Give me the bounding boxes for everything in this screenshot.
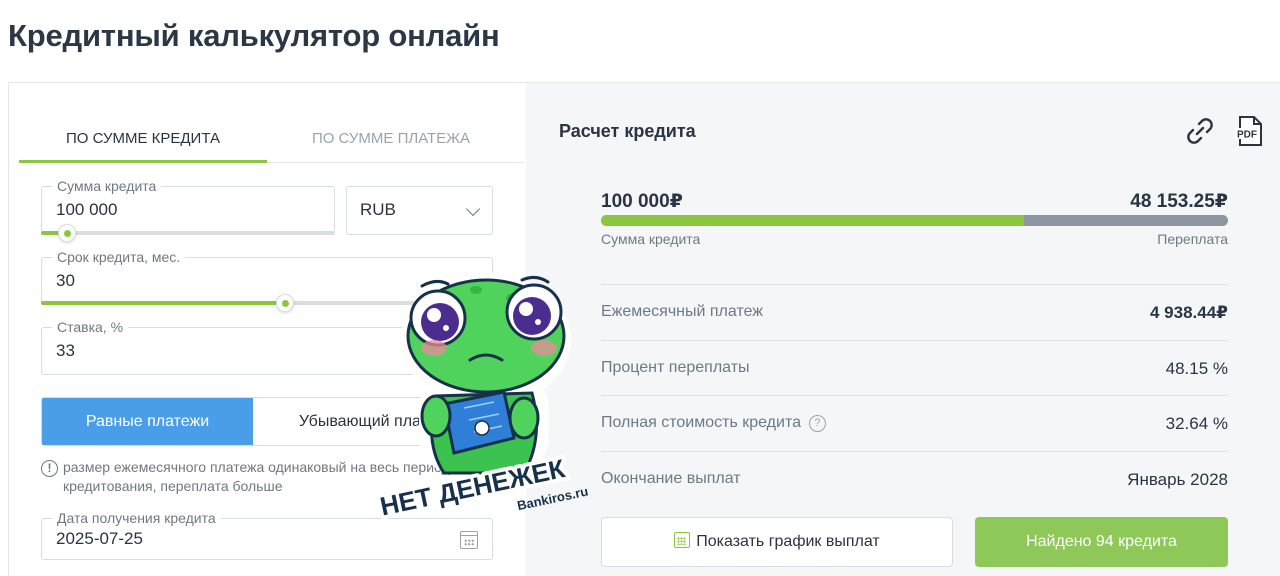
principal-overpayment-bar [601,215,1228,226]
overpayment-value: 48 153.25₽ [1130,191,1228,212]
loan-date-label: Дата получения кредита [52,509,221,527]
currency-select[interactable]: RUB [346,186,493,235]
loan-amount-slider-thumb[interactable] [58,224,76,242]
full-cost-label-wrap: Полная стоимость кредита? [601,414,826,432]
full-cost-label: Полная стоимость кредита [601,414,801,431]
pdf-icon[interactable]: PDF [1231,113,1267,149]
loan-amount-value[interactable]: 100 000 [56,200,117,220]
loan-term-slider-thumb[interactable] [276,294,294,312]
calendar-icon[interactable] [460,531,478,549]
currency-value: RUB [360,200,396,219]
monthly-payment-label: Ежемесячный платеж [601,303,764,320]
question-icon[interactable]: ? [808,415,826,432]
full-cost-row: Полная стоимость кредита? 32.64 % [601,395,1228,451]
overpayment-percent-row: Процент переплаты 48.15 % [601,340,1228,396]
overpayment-percent-label: Процент переплаты [601,359,750,376]
pdf-icon-label: PDF [1237,130,1257,141]
overpayment-percent-value: 48.15 % [1165,359,1228,378]
full-cost-value: 32.64 % [1165,414,1228,433]
loan-amount-field[interactable]: Сумма кредита 100 000 [41,177,335,232]
principal-share-fill [601,215,1025,226]
tab-by-payment-amount[interactable]: ПО СУММЕ ПЛАТЕЖА [267,119,515,163]
payments-end-row: Окончание выплат Январь 2028 [601,451,1228,507]
show-schedule-button[interactable]: Показать график выплат [601,517,953,567]
calc-mode-tabs: ПО СУММЕ КРЕДИТА ПО СУММЕ ПЛАТЕЖА [19,119,525,163]
monthly-payment-value: 4 938.44₽ [1149,303,1228,322]
result-title: Расчет кредита [559,121,696,141]
loan-term-slider-fill [41,301,285,305]
monthly-payment-row: Ежемесячный платеж 4 938.44₽ [601,284,1228,340]
chevron-down-icon [465,201,481,217]
loan-term-label: Срок кредита, мес. [52,248,186,266]
frog-sticker: НЕТ ДЕНЕЖЕК НЕТ ДЕНЕЖЕК Bankiros.ru [374,273,590,526]
interest-rate-label: Ставка, % [52,318,129,336]
interest-rate-value[interactable]: 33 [56,341,75,361]
principal-value: 100 000₽ [601,191,683,212]
tab-by-loan-amount[interactable]: ПО СУММЕ КРЕДИТА [19,119,267,163]
loan-amount-slider[interactable] [41,224,335,242]
page-title: Кредитный калькулятор онлайн [8,18,500,53]
found-loans-button[interactable]: Найдено 94 кредита [975,517,1228,567]
loan-amount-label: Сумма кредита [52,177,162,195]
loan-term-value[interactable]: 30 [56,271,75,291]
credit-calculator: ПО СУММЕ КРЕДИТА ПО СУММЕ ПЛАТЕЖА Сумма … [8,82,1280,576]
info-icon: ! [41,460,58,477]
link-icon[interactable] [1182,113,1218,149]
calculation-result-panel: Расчет кредита PDF 100 000₽ 48 153.25₽ С… [526,83,1280,576]
show-schedule-label: Показать график выплат [696,533,880,550]
calendar-icon [674,532,691,548]
overpayment-label: Переплата [1157,231,1228,247]
equal-payments-button[interactable]: Равные платежи [42,398,253,445]
loan-date-value[interactable]: 2025-07-25 [56,529,143,549]
payments-end-label: Окончание выплат [601,470,741,487]
principal-label: Сумма кредита [601,231,701,247]
payments-end-value: Январь 2028 [1127,470,1228,489]
